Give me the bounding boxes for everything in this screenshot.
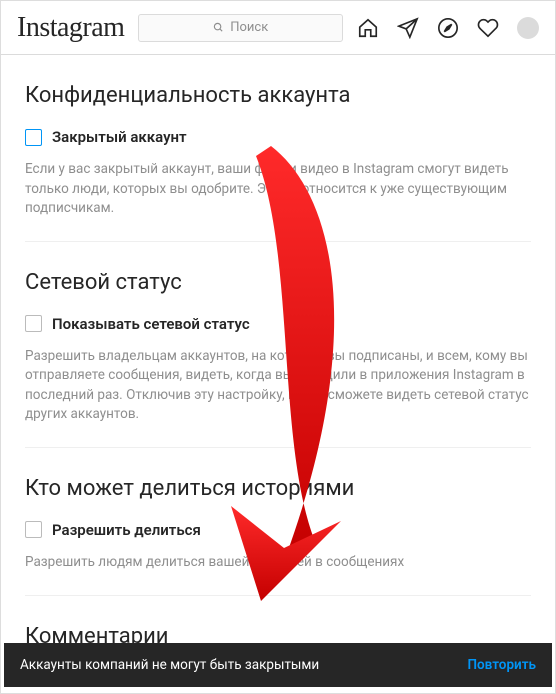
activity-section: Сетевой статус Показывать сетевой статус… — [25, 242, 531, 448]
search-placeholder: Поиск — [230, 20, 268, 35]
activity-status-checkbox[interactable] — [25, 315, 42, 332]
activity-title: Сетевой статус — [25, 270, 531, 295]
story-share-row[interactable]: Разрешить делиться — [25, 521, 531, 539]
toast-message: Аккаунты компаний не могут быть закрытым… — [20, 657, 319, 673]
private-account-row[interactable]: Закрытый аккаунт — [25, 128, 531, 146]
story-section: Кто может делиться историями Разрешить д… — [25, 448, 531, 596]
activity-desc: Разрешить владельцам аккаунтов, на котор… — [25, 347, 531, 425]
story-share-label: Разрешить делиться — [52, 521, 201, 539]
nav-icons — [357, 17, 539, 39]
story-share-checkbox[interactable] — [25, 521, 42, 538]
top-bar: Instagram Поиск — [1, 1, 555, 55]
story-desc: Разрешить людям делиться вашей историей … — [25, 553, 531, 573]
activity-status-label: Показывать сетевой статус — [52, 315, 250, 333]
explore-icon[interactable] — [437, 17, 459, 39]
privacy-title: Конфиденциальность аккаунта — [25, 83, 531, 108]
search-icon — [213, 22, 224, 33]
settings-content: Конфиденциальность аккаунта Закрытый акк… — [1, 55, 555, 679]
messages-icon[interactable] — [397, 17, 419, 39]
private-account-label: Закрытый аккаунт — [52, 128, 187, 146]
home-icon[interactable] — [357, 17, 379, 39]
search-input[interactable]: Поиск — [138, 14, 343, 42]
story-title: Кто может делиться историями — [25, 476, 531, 501]
private-account-checkbox[interactable] — [25, 129, 42, 146]
instagram-logo[interactable]: Instagram — [17, 12, 124, 44]
avatar[interactable] — [517, 17, 539, 39]
toast-notification: Аккаунты компаний не могут быть закрытым… — [4, 643, 552, 687]
privacy-section: Конфиденциальность аккаунта Закрытый акк… — [25, 55, 531, 242]
activity-status-row[interactable]: Показывать сетевой статус — [25, 315, 531, 333]
toast-retry-button[interactable]: Повторить — [467, 657, 536, 673]
privacy-desc: Если у вас закрытый аккаунт, ваши фото и… — [25, 160, 531, 219]
heart-icon[interactable] — [477, 17, 499, 39]
